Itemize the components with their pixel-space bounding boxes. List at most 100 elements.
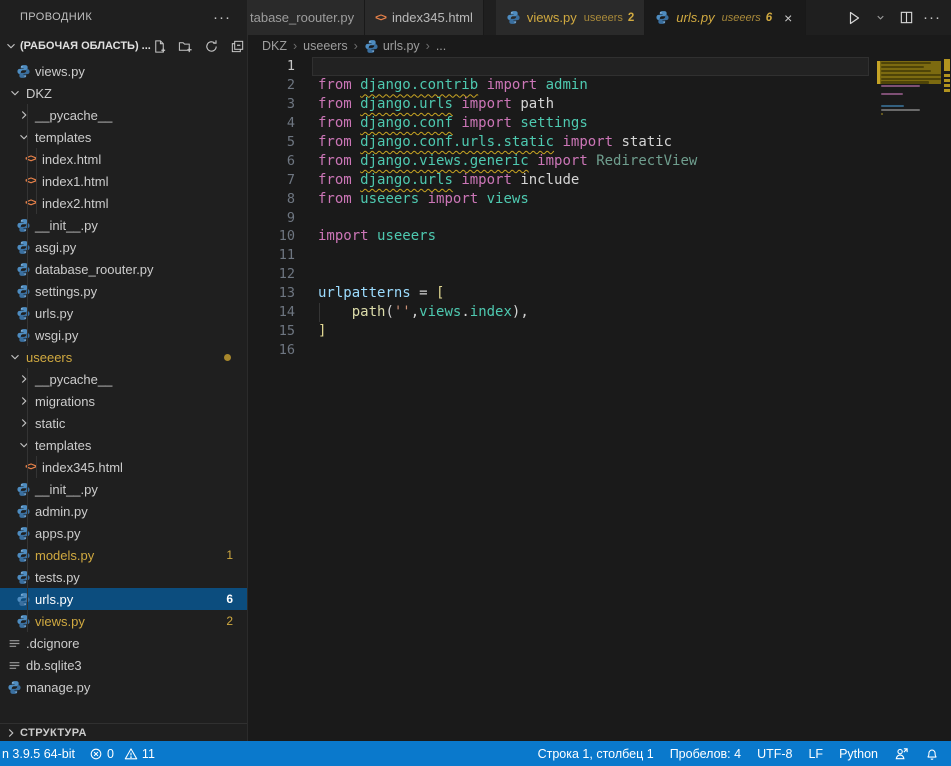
tab-views.py[interactable]: views.pyuseeers2 (496, 0, 645, 35)
python-icon (15, 503, 32, 519)
code-line-16[interactable]: 16 (248, 340, 951, 359)
tree-file-database_roouter.py[interactable]: database_roouter.py (0, 258, 247, 280)
indent-guide (27, 368, 28, 632)
code-editor[interactable]: 12from django.contrib import admin3from … (248, 57, 951, 741)
line-number: 5 (248, 134, 295, 150)
status-item[interactable]: UTF-8 (757, 747, 792, 761)
tree-file-__init__.py[interactable]: __init__.py (0, 214, 247, 236)
new-folder-icon[interactable] (177, 37, 195, 55)
code-line-14[interactable]: 14 path('',views.index), (248, 303, 951, 322)
tab-urls.py[interactable]: urls.pyuseeers6× (645, 0, 806, 35)
tree-file-views.py[interactable]: views.py (0, 60, 247, 82)
tree-file-urls.py[interactable]: urls.py6 (0, 588, 247, 610)
tree-file-.dcignore[interactable]: .dcignore (0, 632, 247, 654)
tab-tabase_roouter.py[interactable]: tabase_roouter.py (248, 0, 365, 35)
feedback-icon[interactable] (894, 746, 909, 761)
breadcrumb-item[interactable]: DKZ (262, 39, 287, 53)
code-line-12[interactable]: 12 (248, 265, 951, 284)
tree-folder-useeers[interactable]: useeers (0, 346, 247, 368)
tree-file-__init__.py[interactable]: __init__.py (0, 478, 247, 500)
run-dropdown-chevron-icon[interactable] (869, 7, 891, 29)
tree-folder-DKZ[interactable]: DKZ (0, 82, 247, 104)
split-editor-icon[interactable] (895, 7, 917, 29)
refresh-icon[interactable] (203, 37, 221, 55)
breadcrumb-item[interactable]: useeers (303, 39, 347, 53)
tree-file-index1.html[interactable]: <>index1.html (0, 170, 247, 192)
tree-file-apps.py[interactable]: apps.py (0, 522, 247, 544)
tree-item-label: urls.py (35, 592, 73, 607)
tree-file-wsgi.py[interactable]: wsgi.py (0, 324, 247, 346)
code-line-7[interactable]: 7from django.urls import include (248, 170, 951, 189)
notifications-bell-icon[interactable] (925, 747, 939, 761)
code-line-13[interactable]: 13urlpatterns = [ (248, 284, 951, 303)
tree-file-db.sqlite3[interactable]: db.sqlite3 (0, 654, 247, 676)
minimap[interactable] (877, 57, 943, 741)
tree-item-label: manage.py (26, 680, 90, 695)
breadcrumb-item[interactable]: urls.py (364, 39, 420, 54)
status-item[interactable]: Строка 1, столбец 1 (538, 747, 654, 761)
tree-file-index2.html[interactable]: <>index2.html (0, 192, 247, 214)
tree-file-tests.py[interactable]: tests.py (0, 566, 247, 588)
overview-warning-mark (944, 59, 950, 71)
tree-file-settings.py[interactable]: settings.py (0, 280, 247, 302)
tree-file-admin.py[interactable]: admin.py (0, 500, 247, 522)
python-icon (655, 10, 670, 25)
tree-folder-templates[interactable]: templates (0, 434, 247, 456)
code-line-5[interactable]: 5from django.conf.urls.static import sta… (248, 133, 951, 152)
tree-item-label: tests.py (35, 570, 80, 585)
workspace-header[interactable]: (РАБОЧАЯ ОБЛАСТЬ) ... (0, 34, 247, 58)
tree-item-label: db.sqlite3 (26, 658, 82, 673)
tree-item-label: __pycache__ (35, 372, 112, 387)
code-text: from django.urls import path (295, 96, 554, 112)
tab-index345.html[interactable]: <>index345.html (365, 0, 484, 35)
tree-folder-migrations[interactable]: migrations (0, 390, 247, 412)
tab-problem-count: 2 (628, 12, 634, 24)
code-line-2[interactable]: 2from django.contrib import admin (248, 76, 951, 95)
tree-file-views.py[interactable]: views.py2 (0, 610, 247, 632)
python-interpreter-status[interactable]: n 3.9.5 64-bit (2, 747, 75, 761)
tab-detail: useeers (722, 12, 761, 24)
code-line-3[interactable]: 3from django.urls import path (248, 95, 951, 114)
tree-item-label: admin.py (35, 504, 88, 519)
problems-status[interactable]: 0 11 (89, 747, 155, 761)
tree-file-asgi.py[interactable]: asgi.py (0, 236, 247, 258)
code-line-15[interactable]: 15] (248, 321, 951, 340)
tree-folder-__pycache__[interactable]: __pycache__ (0, 104, 247, 126)
modified-dot-icon (224, 354, 231, 361)
close-icon[interactable]: × (781, 10, 795, 26)
tree-file-manage.py[interactable]: manage.py (0, 676, 247, 698)
run-python-file-icon[interactable] (843, 7, 865, 29)
code-line-1[interactable]: 1 (248, 57, 951, 76)
error-count: 0 (107, 747, 114, 761)
code-line-4[interactable]: 4from django.conf import settings (248, 114, 951, 133)
tree-folder-static[interactable]: static (0, 412, 247, 434)
code-line-10[interactable]: 10import useeers (248, 227, 951, 246)
new-file-icon[interactable] (151, 37, 169, 55)
code-line-8[interactable]: 8from useeers import views (248, 189, 951, 208)
python-icon (15, 613, 32, 629)
status-item[interactable]: LF (808, 747, 823, 761)
collapse-all-icon[interactable] (229, 37, 247, 55)
tree-item-label: __init__.py (35, 218, 98, 233)
explorer-more-icon[interactable]: ··· (207, 9, 237, 26)
tree-folder-templates[interactable]: templates (0, 126, 247, 148)
tree-file-models.py[interactable]: models.py1 (0, 544, 247, 566)
overview-ruler[interactable] (943, 57, 951, 741)
tree-file-index.html[interactable]: <>index.html (0, 148, 247, 170)
breadcrumb-item[interactable]: ... (436, 39, 446, 53)
python-icon (15, 305, 32, 321)
code-line-6[interactable]: 6from django.views.generic import Redire… (248, 151, 951, 170)
tree-folder-__pycache__[interactable]: __pycache__ (0, 368, 247, 390)
tree-file-index345.html[interactable]: <>index345.html (0, 456, 247, 478)
status-item[interactable]: Пробелов: 4 (670, 747, 741, 761)
code-text: ] (295, 323, 326, 339)
tree-file-urls.py[interactable]: urls.py (0, 302, 247, 324)
status-item[interactable]: Python (839, 747, 878, 761)
outline-section-header[interactable]: СТРУКТУРА (0, 723, 247, 741)
python-icon (15, 481, 32, 497)
code-line-11[interactable]: 11 (248, 246, 951, 265)
code-line-9[interactable]: 9 (248, 208, 951, 227)
code-text: from django.urls import include (295, 172, 579, 188)
editor-more-icon[interactable]: ··· (921, 7, 943, 29)
tree-item-label: index1.html (42, 174, 108, 189)
